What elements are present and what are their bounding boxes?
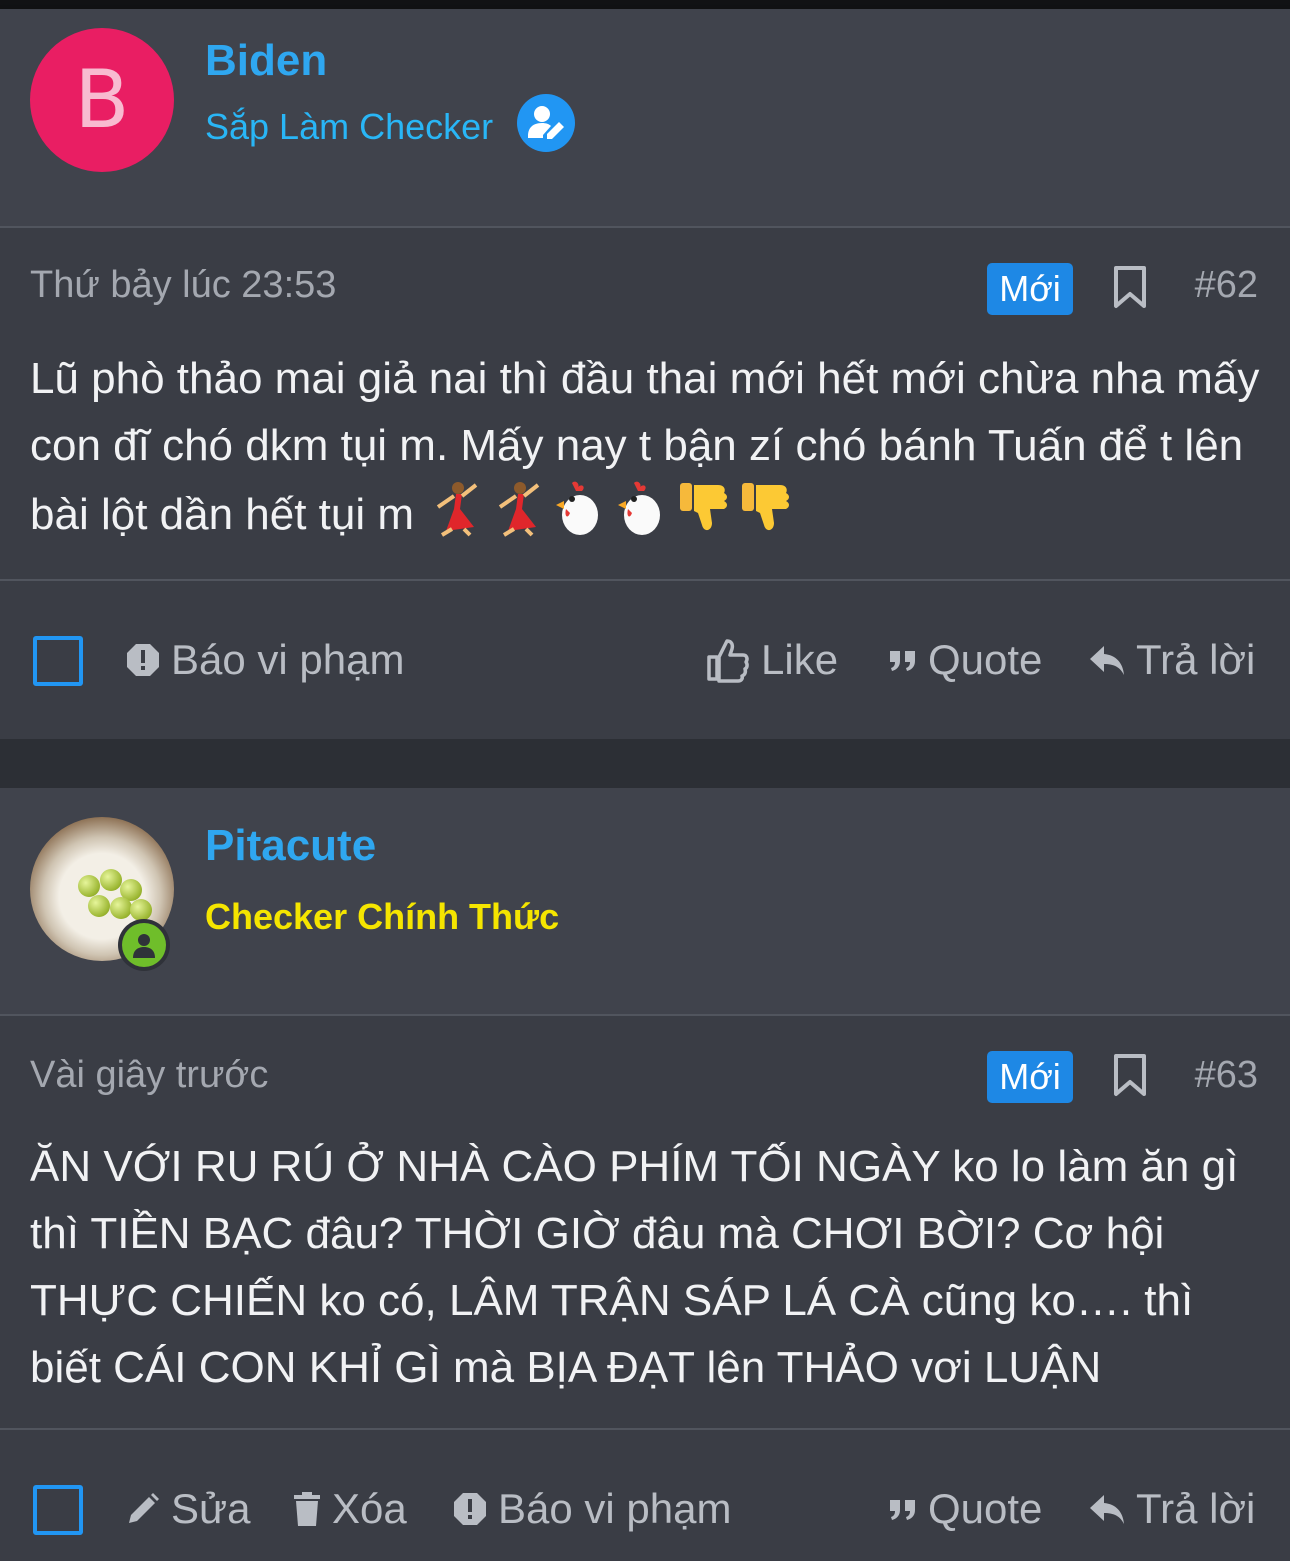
delete-button[interactable]: Xóa: [292, 1485, 407, 1533]
report-label: Báo vi phạm: [171, 636, 405, 683]
select-checkbox[interactable]: [33, 1485, 83, 1535]
edit-label: Sửa: [171, 1485, 251, 1532]
post-timestamp[interactable]: Thứ bảy lúc 23:53: [30, 264, 336, 307]
delete-label: Xóa: [332, 1485, 407, 1532]
online-status-icon: [118, 919, 170, 971]
new-badge: Mới: [987, 1051, 1073, 1103]
rooster-icon: [550, 479, 608, 556]
post-separator: [0, 739, 1290, 788]
reply-label: Trả lời: [1136, 636, 1256, 683]
thumbs-down-icon: [674, 479, 732, 556]
post-62: B Biden Sắp Làm Checker Thứ bảy lúc 23:5…: [0, 9, 1290, 739]
user-title: Sắp Làm Checker: [205, 106, 494, 147]
top-bar: [0, 0, 1290, 9]
quote-icon: [890, 1500, 915, 1520]
bookmark-icon[interactable]: [1112, 1053, 1148, 1097]
bookmark-icon[interactable]: [1112, 265, 1148, 309]
reply-button[interactable]: Trả lời: [1088, 636, 1255, 684]
post-body: ĂN VỚI RU RÚ Ở NHÀ CÀO PHÍM TỐI NGÀY ko …: [30, 1133, 1265, 1401]
like-button[interactable]: Like: [705, 636, 838, 684]
quote-button[interactable]: Quote: [888, 636, 1042, 684]
post-author-header: Pitacute Checker Chính Thức: [0, 788, 1290, 1016]
post-body-text: ĂN VỚI RU RÚ Ở NHÀ CÀO PHÍM TỐI NGÀY ko …: [30, 1142, 1239, 1392]
edit-button[interactable]: Sửa: [125, 1485, 251, 1533]
report-button[interactable]: Báo vi phạm: [125, 636, 404, 684]
quote-label: Quote: [928, 1485, 1043, 1532]
thumbs-down-icon: [736, 479, 794, 556]
post-divider: [0, 579, 1290, 581]
post-number[interactable]: #63: [1195, 1054, 1258, 1097]
report-label: Báo vi phạm: [498, 1485, 732, 1532]
user-title: Checker Chính Thức: [205, 896, 560, 937]
like-label: Like: [761, 636, 839, 683]
post-timestamp[interactable]: Vài giây trước: [30, 1054, 268, 1097]
new-badge: Mới: [987, 263, 1073, 315]
dancer-icon: [488, 479, 546, 556]
alert-icon: [127, 644, 159, 676]
alert-icon: [454, 1493, 486, 1525]
thumbs-up-icon: [707, 639, 749, 683]
post-63: Pitacute Checker Chính Thức Vài giây trư…: [0, 788, 1290, 1561]
reply-label: Trả lời: [1136, 1485, 1256, 1532]
reply-icon: [1090, 646, 1124, 675]
quote-button[interactable]: Quote: [888, 1485, 1042, 1533]
trash-icon: [294, 1492, 320, 1526]
username[interactable]: Biden: [205, 36, 327, 86]
pencil-icon: [129, 1493, 159, 1523]
avatar[interactable]: B: [30, 28, 174, 172]
rooster-icon: [612, 479, 670, 556]
post-number[interactable]: #62: [1195, 264, 1258, 307]
post-body: Lũ phò thảo mai giả nai thì đầu thai mới…: [30, 345, 1265, 556]
quote-label: Quote: [928, 636, 1043, 683]
post-author-header: B Biden Sắp Làm Checker: [0, 9, 1290, 228]
dancer-icon: [426, 479, 484, 556]
quote-icon: [890, 651, 915, 671]
select-checkbox[interactable]: [33, 636, 83, 686]
username[interactable]: Pitacute: [205, 821, 376, 871]
reply-icon: [1090, 1495, 1124, 1524]
report-button[interactable]: Báo vi phạm: [452, 1485, 731, 1533]
post-divider: [0, 1428, 1290, 1430]
reply-button[interactable]: Trả lời: [1088, 1485, 1255, 1533]
user-edit-icon: [517, 94, 575, 152]
